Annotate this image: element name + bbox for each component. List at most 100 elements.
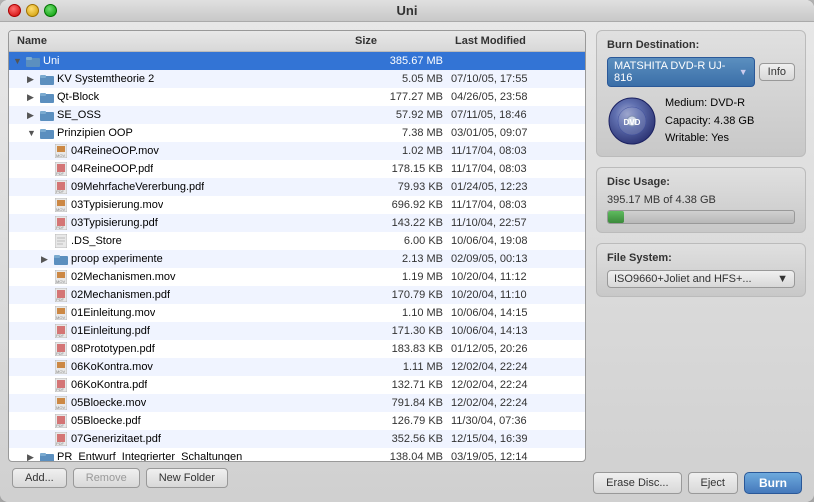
file-name-text: 04ReineOOP.mov	[71, 145, 159, 157]
svg-text:PDF: PDF	[56, 171, 65, 176]
file-name-text: 01Einleitung.pdf	[71, 325, 150, 337]
close-button[interactable]	[8, 4, 21, 17]
drive-dropdown[interactable]: MATSHITA DVD-R UJ-816 ▼	[607, 57, 755, 87]
burn-button[interactable]: Burn	[744, 472, 802, 494]
pdf-icon: PDF	[54, 288, 68, 302]
file-size: 5.05 MB	[351, 73, 451, 85]
expand-arrow-icon[interactable]: ▶	[27, 452, 37, 462]
expand-arrow-icon[interactable]: ▶	[27, 110, 37, 121]
new-folder-button[interactable]: New Folder	[146, 468, 228, 488]
col-header-name[interactable]: Name	[13, 33, 351, 49]
table-row[interactable]: PDF 06KoKontra.pdf132.71 KB12/02/04, 22:…	[9, 376, 585, 394]
table-row[interactable]: PDF 05Bloecke.pdf126.79 KB11/30/04, 07:3…	[9, 412, 585, 430]
table-row[interactable]: MOV 05Bloecke.mov791.84 KB12/02/04, 22:2…	[9, 394, 585, 412]
file-date: 01/24/05, 12:23	[451, 181, 581, 193]
burn-dest-selector: MATSHITA DVD-R UJ-816 ▼ Info	[607, 57, 795, 87]
file-size: 57.92 MB	[351, 109, 451, 121]
col-header-modified[interactable]: Last Modified	[451, 33, 581, 49]
burn-destination-section: Burn Destination: MATSHITA DVD-R UJ-816 …	[596, 30, 806, 157]
table-row[interactable]: PDF 08Prototypen.pdf183.83 KB01/12/05, 2…	[9, 340, 585, 358]
table-row[interactable]: ▶ KV Systemtheorie 2 5.05 MB07/10/05, 17:…	[9, 70, 585, 88]
dvd-info: DVD Medium: DVD-R Capacity: 4.38 GB Writ…	[607, 95, 795, 148]
col-header-size[interactable]: Size	[351, 33, 451, 49]
file-date: 12/15/04, 16:39	[451, 433, 581, 445]
pdf-icon: PDF	[54, 216, 68, 230]
table-row[interactable]: ▶ Qt-Block177.27 MB04/26/05, 23:58	[9, 88, 585, 106]
filesystem-dropdown[interactable]: ISO9660+Joliet and HFS+... ▼	[607, 270, 795, 288]
table-row[interactable]: MOV 06KoKontra.mov1.11 MB12/02/04, 22:24	[9, 358, 585, 376]
table-row[interactable]: MOV 04ReineOOP.mov1.02 MB11/17/04, 08:03	[9, 142, 585, 160]
file-size: 696.92 KB	[351, 199, 451, 211]
folder-icon	[40, 108, 54, 122]
erase-disc-button[interactable]: Erase Disc...	[593, 472, 681, 494]
file-size: 170.79 KB	[351, 289, 451, 301]
minimize-button[interactable]	[26, 4, 39, 17]
add-button[interactable]: Add...	[12, 468, 67, 488]
burn-destination-title: Burn Destination:	[607, 39, 795, 51]
file-size: 385.67 MB	[351, 55, 451, 67]
file-name-text: proop experimente	[71, 253, 163, 265]
table-row[interactable]: ▶ SE_OSS57.92 MB07/11/05, 18:46	[9, 106, 585, 124]
eject-button[interactable]: Eject	[688, 472, 738, 494]
file-size: 126.79 KB	[351, 415, 451, 427]
mov-icon: MOV	[54, 270, 68, 284]
file-size: 1.10 MB	[351, 307, 451, 319]
file-list-container[interactable]: Name Size Last Modified ▼ Uni385.67 MB▶ …	[8, 30, 586, 462]
file-size: 1.19 MB	[351, 271, 451, 283]
file-name-text: 08Prototypen.pdf	[71, 343, 155, 355]
mov-icon: MOV	[54, 144, 68, 158]
table-row[interactable]: ▼ Uni385.67 MB	[9, 52, 585, 70]
table-row[interactable]: MOV 03Typisierung.mov696.92 KB11/17/04, …	[9, 196, 585, 214]
svg-text:PDF: PDF	[56, 387, 65, 392]
table-row[interactable]: PDF 01Einleitung.pdf171.30 KB10/06/04, 1…	[9, 322, 585, 340]
file-name-text: 04ReineOOP.pdf	[71, 163, 153, 175]
titlebar: Uni	[0, 0, 814, 22]
table-row[interactable]: PDF 07Generizitaet.pdf352.56 KB12/15/04,…	[9, 430, 585, 448]
file-date: 01/12/05, 20:26	[451, 343, 581, 355]
dvd-details: Medium: DVD-R Capacity: 4.38 GB Writable…	[665, 95, 754, 148]
svg-text:PDF: PDF	[56, 441, 65, 446]
table-row[interactable]: PDF 09MehrfacheVererbung.pdf79.93 KB01/2…	[9, 178, 585, 196]
mov-icon: MOV	[54, 198, 68, 212]
mov-icon: MOV	[54, 306, 68, 320]
file-date: 07/10/05, 17:55	[451, 73, 581, 85]
right-bottom-buttons: Erase Disc... Eject Burn	[596, 472, 806, 494]
file-name-text: 07Generizitaet.pdf	[71, 433, 161, 445]
table-row[interactable]: ▶ PR_Entwurf_Integrierter_Schaltungen138…	[9, 448, 585, 461]
expand-arrow-icon[interactable]: ▶	[27, 74, 37, 85]
maximize-button[interactable]	[44, 4, 57, 17]
table-row[interactable]: ▶ proop experimente2.13 MB02/09/05, 00:1…	[9, 250, 585, 268]
file-date: 10/06/04, 19:08	[451, 235, 581, 247]
svg-text:MOV: MOV	[56, 315, 65, 320]
expand-arrow-icon[interactable]: ▼	[27, 128, 37, 138]
folder-open-icon	[26, 54, 40, 68]
folder-icon	[40, 90, 54, 104]
expand-arrow-icon[interactable]: ▶	[41, 254, 51, 265]
svg-text:MOV: MOV	[56, 405, 65, 410]
table-row[interactable]: PDF 03Typisierung.pdf143.22 KB11/10/04, …	[9, 214, 585, 232]
table-row[interactable]: PDF 02Mechanismen.pdf170.79 KB10/20/04, …	[9, 286, 585, 304]
file-size: 177.27 MB	[351, 91, 451, 103]
expand-arrow-icon[interactable]: ▼	[13, 56, 23, 66]
filesystem-arrow-icon: ▼	[777, 273, 788, 285]
info-button[interactable]: Info	[759, 63, 795, 81]
table-row[interactable]: ▼ Prinzipien OOP7.38 MB03/01/05, 09:07	[9, 124, 585, 142]
filesystem-selector: ISO9660+Joliet and HFS+... ▼	[607, 270, 795, 288]
file-name-text: 03Typisierung.pdf	[71, 217, 158, 229]
capacity-value: 4.38 GB	[714, 115, 754, 127]
main-content: Name Size Last Modified ▼ Uni385.67 MB▶ …	[0, 22, 814, 502]
drive-name: MATSHITA DVD-R UJ-816	[614, 60, 739, 84]
table-row[interactable]: MOV 02Mechanismen.mov1.19 MB10/20/04, 11…	[9, 268, 585, 286]
table-row[interactable]: MOV 01Einleitung.mov1.10 MB10/06/04, 14:…	[9, 304, 585, 322]
remove-button[interactable]: Remove	[73, 468, 140, 488]
file-list-body[interactable]: ▼ Uni385.67 MB ▶ KV Systemtheorie 2 5.05 M…	[9, 52, 585, 461]
pdf-icon: PDF	[54, 324, 68, 338]
file-size: 178.15 KB	[351, 163, 451, 175]
writable-value: Yes	[711, 132, 729, 144]
file-name-text: SE_OSS	[57, 109, 101, 121]
table-row[interactable]: PDF 04ReineOOP.pdf178.15 KB11/17/04, 08:…	[9, 160, 585, 178]
file-name-text: KV Systemtheorie 2	[57, 73, 154, 85]
expand-arrow-icon[interactable]: ▶	[27, 92, 37, 103]
file-list-header: Name Size Last Modified	[9, 31, 585, 52]
table-row[interactable]: .DS_Store6.00 KB10/06/04, 19:08	[9, 232, 585, 250]
